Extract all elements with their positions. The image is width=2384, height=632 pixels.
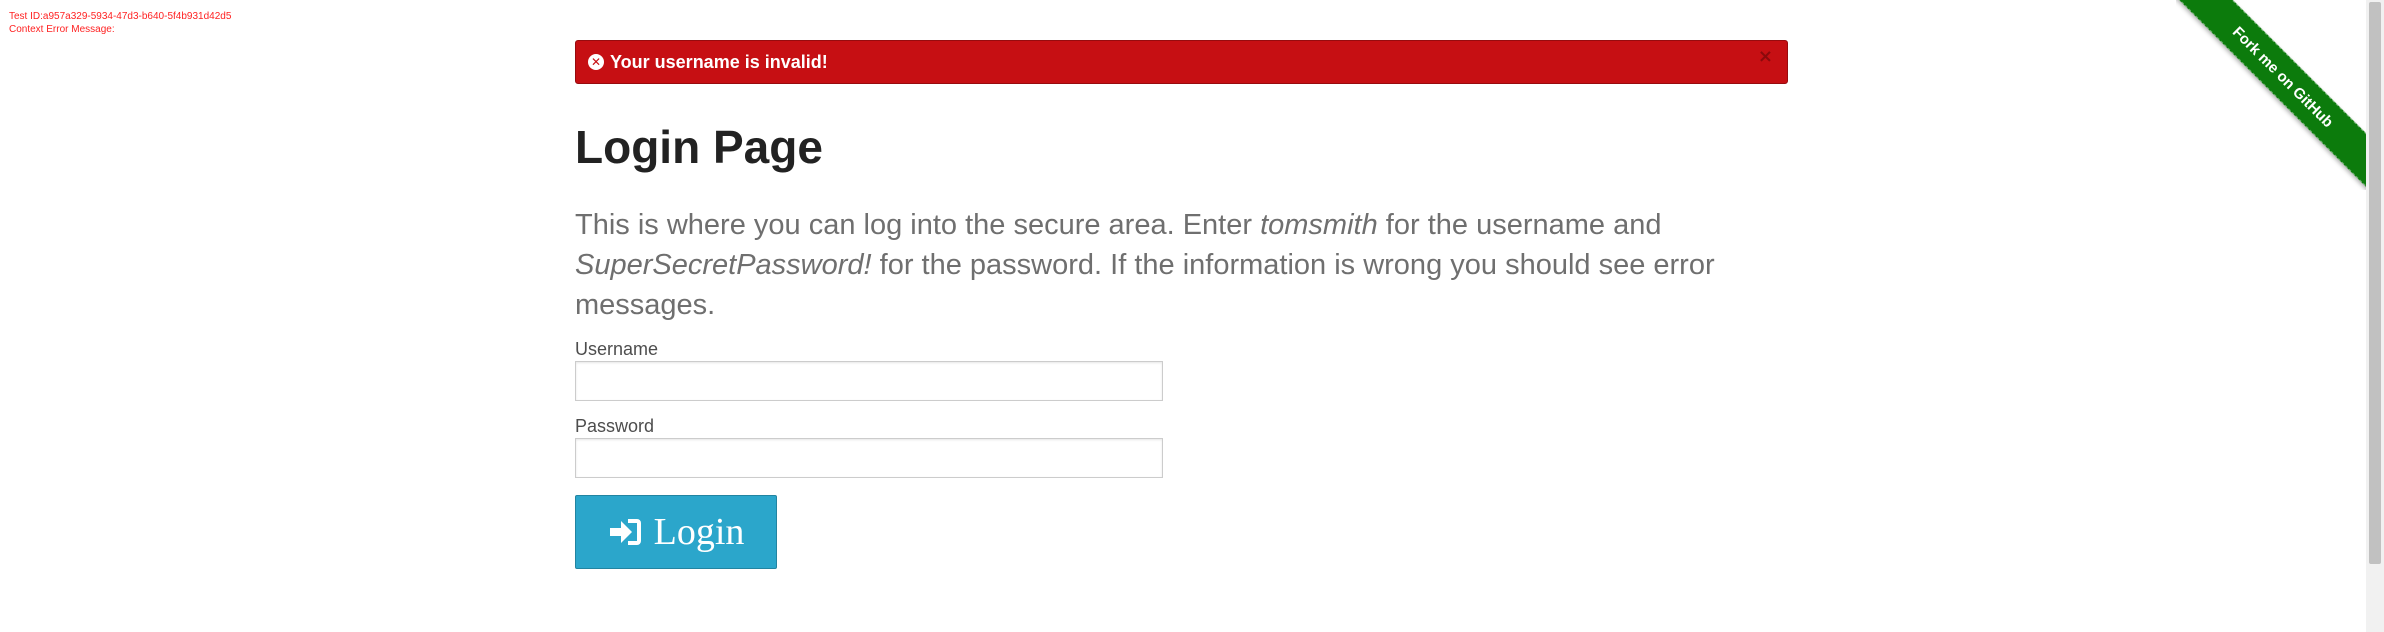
- description-part-2: for the username and: [1377, 208, 1662, 241]
- sign-in-icon: [609, 518, 641, 545]
- username-label: Username: [575, 338, 659, 359]
- fork-on-github-ribbon[interactable]: Fork me on GitHub: [2176, 0, 2366, 190]
- vertical-scrollbar[interactable]: [2366, 0, 2384, 632]
- password-label: Password: [575, 415, 655, 436]
- debug-info: Test ID:a957a329-5934-47d3-b640-5f4b931d…: [9, 10, 231, 36]
- context-error-text: Context Error Message:: [9, 24, 115, 35]
- username-hint: tomsmith: [1260, 208, 1378, 241]
- error-flash: ✕ Your username is invalid! ×: [575, 40, 1788, 84]
- test-id-text: Test ID:a957a329-5934-47d3-b640-5f4b931d…: [9, 11, 232, 22]
- password-hint: SuperSecretPassword!: [575, 248, 872, 281]
- flash-message: Your username is invalid!: [610, 51, 828, 72]
- page-description: This is where you can log into the secur…: [575, 205, 1788, 325]
- github-ribbon-container: Fork me on GitHub: [2176, 0, 2366, 190]
- main-content: ✕ Your username is invalid! × Login Page…: [575, 40, 1788, 569]
- close-icon[interactable]: ×: [1758, 46, 1773, 67]
- login-button-label: Login: [653, 510, 745, 553]
- login-button[interactable]: Login: [575, 494, 777, 569]
- description-part-1: This is where you can log into the secur…: [575, 208, 1261, 241]
- login-form: Username Password Login: [575, 339, 1788, 569]
- password-input[interactable]: [575, 437, 1163, 478]
- username-input[interactable]: [575, 360, 1163, 401]
- scrollbar-thumb[interactable]: [2369, 2, 2381, 564]
- page-title: Login Page: [575, 121, 823, 173]
- error-circle-icon: ✕: [588, 54, 604, 70]
